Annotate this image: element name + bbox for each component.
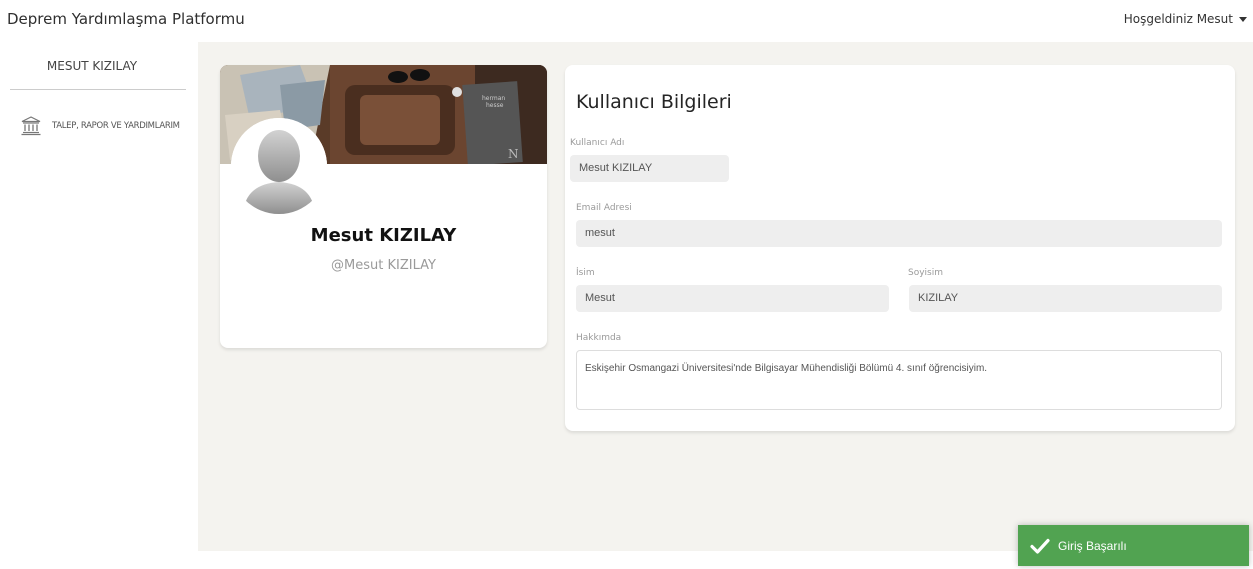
user-menu-dropdown[interactable]: Hoşgeldiniz Mesut: [1124, 12, 1247, 26]
last-name-label: Soyisim: [908, 268, 944, 278]
username-field[interactable]: Mesut KIZILAY: [570, 155, 729, 182]
top-navbar: Deprem Yardımlaşma Platformu Hoşgeldiniz…: [0, 0, 1253, 42]
svg-text:hesse: hesse: [486, 102, 504, 109]
first-name-field[interactable]: Mesut: [576, 285, 889, 312]
sidebar-item-requests[interactable]: TALEP, RAPOR VE YARDIMLARIM: [20, 115, 180, 137]
bank-icon: [21, 116, 41, 136]
avatar-placeholder-icon: [231, 118, 327, 214]
main-content: herman hesse N Mesut KIZILAY @Mesut KIZI…: [198, 42, 1253, 551]
profile-card: herman hesse N Mesut KIZILAY @Mesut KIZI…: [220, 65, 547, 348]
user-greeting[interactable]: Hoşgeldiniz Mesut: [1124, 12, 1233, 26]
avatar: [231, 118, 327, 214]
sidebar: MESUT KIZILAY TALEP, RAPOR VE YARDIMLARI…: [0, 42, 198, 569]
login-success-toast[interactable]: Giriş Başarılı: [1018, 525, 1249, 566]
caret-down-icon[interactable]: [1239, 17, 1247, 22]
checkmark-icon: [1030, 538, 1050, 554]
user-info-title: Kullanıcı Bilgileri: [576, 91, 732, 113]
toast-message: Giriş Başarılı: [1058, 538, 1127, 553]
svg-text:N: N: [508, 147, 519, 161]
sidebar-user-name: MESUT KIZILAY: [46, 59, 138, 73]
email-field[interactable]: mesut: [576, 220, 1222, 247]
about-textarea[interactable]: Eskişehir Osmangazi Üniversitesi'nde Bil…: [576, 350, 1222, 410]
first-name-label: İsim: [576, 268, 595, 278]
sidebar-item-label: TALEP, RAPOR VE YARDIMLARIM: [52, 121, 180, 131]
email-label: Email Adresi: [576, 203, 632, 213]
sidebar-divider: [10, 89, 186, 90]
username-label: Kullanıcı Adı: [570, 138, 625, 148]
cover-book-text: herman: [482, 95, 505, 102]
user-info-card: Kullanıcı Bilgileri Kullanıcı Adı Mesut …: [565, 65, 1235, 431]
profile-name: Mesut KIZILAY: [310, 225, 457, 246]
profile-handle: @Mesut KIZILAY: [331, 258, 436, 273]
brand-title[interactable]: Deprem Yardımlaşma Platformu: [7, 10, 245, 28]
about-label: Hakkımda: [576, 333, 622, 343]
last-name-field[interactable]: KIZILAY: [909, 285, 1222, 312]
